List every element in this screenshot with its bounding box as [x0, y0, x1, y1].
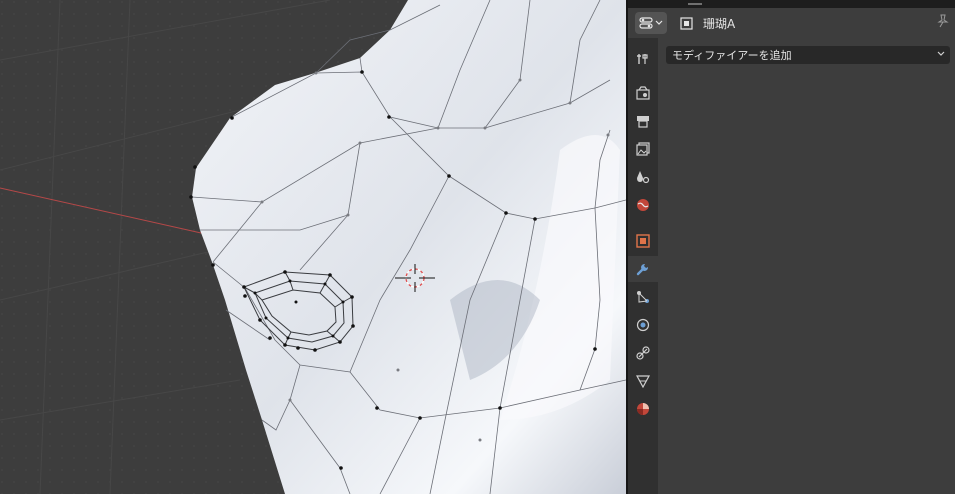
object-name-area: 珊瑚A — [680, 12, 735, 34]
object-icon — [636, 234, 650, 248]
tab-world[interactable] — [628, 192, 658, 218]
particles-icon — [637, 291, 649, 303]
tab-constraints[interactable] — [628, 340, 658, 366]
material-icon — [637, 403, 649, 415]
world-icon — [637, 199, 649, 211]
output-icon — [637, 116, 649, 128]
tab-physics[interactable] — [628, 312, 658, 338]
wrench-icon — [636, 263, 649, 276]
constraints-icon — [636, 346, 650, 360]
render-icon — [636, 86, 650, 100]
scene-icon — [637, 171, 650, 184]
header-top-strip — [628, 0, 955, 8]
tab-object[interactable] — [628, 228, 658, 254]
pin-icon[interactable] — [937, 14, 949, 28]
tab-material[interactable] — [628, 396, 658, 422]
tab-data[interactable] — [628, 368, 658, 394]
properties-header: 珊瑚A — [628, 0, 955, 38]
chevron-down-icon — [937, 51, 945, 56]
editor-type-button[interactable] — [635, 12, 667, 34]
tab-scene[interactable] — [628, 164, 658, 190]
tab-view-layer[interactable] — [628, 136, 658, 162]
tab-output[interactable] — [628, 108, 658, 134]
tab-render[interactable] — [628, 80, 658, 106]
3d-viewport[interactable] — [0, 0, 626, 494]
physics-icon — [636, 318, 650, 332]
add-modifier-label: モディファイアーを追加 — [672, 49, 792, 62]
tab-particles[interactable] — [628, 284, 658, 310]
mesh-object-icon — [680, 16, 693, 30]
modifier-panel: モディファイアーを追加 — [658, 38, 955, 494]
add-modifier-dropdown[interactable]: モディファイアーを追加 — [666, 46, 950, 64]
properties-editor-icon — [639, 17, 653, 29]
mesh-data-icon — [636, 375, 650, 388]
object-name: 珊瑚A — [703, 16, 736, 31]
tab-modifiers[interactable] — [628, 256, 658, 282]
viewport-canvas[interactable] — [0, 0, 626, 494]
properties-tab-bar — [628, 38, 658, 494]
tab-tool[interactable] — [628, 46, 658, 72]
tool-icon — [637, 54, 648, 64]
view-layer-icon — [636, 142, 650, 156]
chevron-down-icon — [655, 20, 663, 25]
